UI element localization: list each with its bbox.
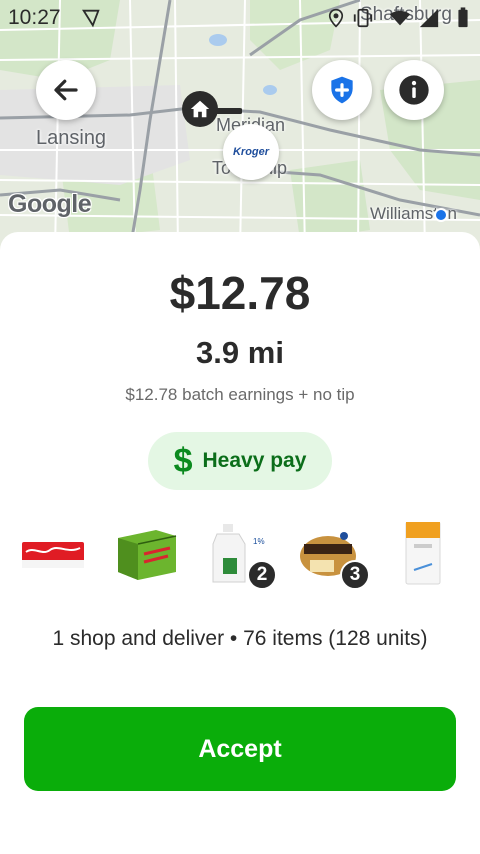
shield-plus-icon: [331, 76, 353, 104]
battery-icon: [458, 7, 468, 28]
svg-text:1%: 1%: [253, 537, 265, 546]
signal-icon: [419, 8, 439, 28]
map-label-lansing: Lansing: [36, 127, 107, 149]
item-thumbnail: [392, 521, 458, 588]
item-thumbnail: [114, 522, 180, 588]
heavy-pay-badge: $ Heavy pay: [148, 432, 332, 490]
status-time: 10:27: [8, 6, 61, 29]
mountain-dew-case-icon: [118, 530, 177, 580]
offer-distance: 3.9 mi: [196, 335, 284, 370]
location-icon: [328, 8, 344, 28]
offer-price: $12.78: [169, 267, 311, 319]
offer-sheet: $12.78 3.9 mi $12.78 batch earnings + no…: [0, 232, 480, 854]
dollar-icon: $: [173, 442, 193, 480]
google-logo: Google: [8, 190, 92, 218]
arrow-left-icon: [54, 79, 78, 101]
item-thumbnail: 1% 2: [205, 522, 277, 590]
navigation-icon: [82, 9, 100, 28]
info-button[interactable]: [384, 60, 444, 120]
info-icon: [399, 75, 429, 105]
offer-summary: 1 shop and deliver • 76 items (128 units…: [52, 627, 428, 650]
safety-button[interactable]: [312, 60, 372, 120]
item-thumbnail: 3: [298, 522, 370, 590]
wifi-icon: [389, 10, 411, 26]
map-view[interactable]: Lansing Meridian Township Shaftsburg Wil…: [0, 0, 480, 250]
store-pin[interactable]: Kroger: [223, 124, 279, 180]
badge-label: Heavy pay: [202, 449, 307, 472]
current-location-dot: [434, 208, 448, 222]
coca-cola-pack-icon: [22, 542, 84, 568]
status-bar: 10:27: [0, 0, 480, 36]
accept-button[interactable]: Accept: [24, 707, 456, 791]
vibrate-icon: [353, 8, 373, 28]
item-quantity-badge: 3: [340, 560, 370, 590]
earnings-detail: $12.78 batch earnings + no tip: [125, 385, 355, 404]
item-preview-list: 1% 2 3: [0, 521, 480, 592]
store-pin-label: Kroger: [232, 146, 270, 158]
route-line: [212, 108, 242, 114]
sugar-bag-icon: [405, 521, 441, 585]
item-thumbnail: [20, 522, 86, 588]
back-button[interactable]: [36, 60, 96, 120]
item-quantity-badge: 2: [247, 560, 277, 590]
